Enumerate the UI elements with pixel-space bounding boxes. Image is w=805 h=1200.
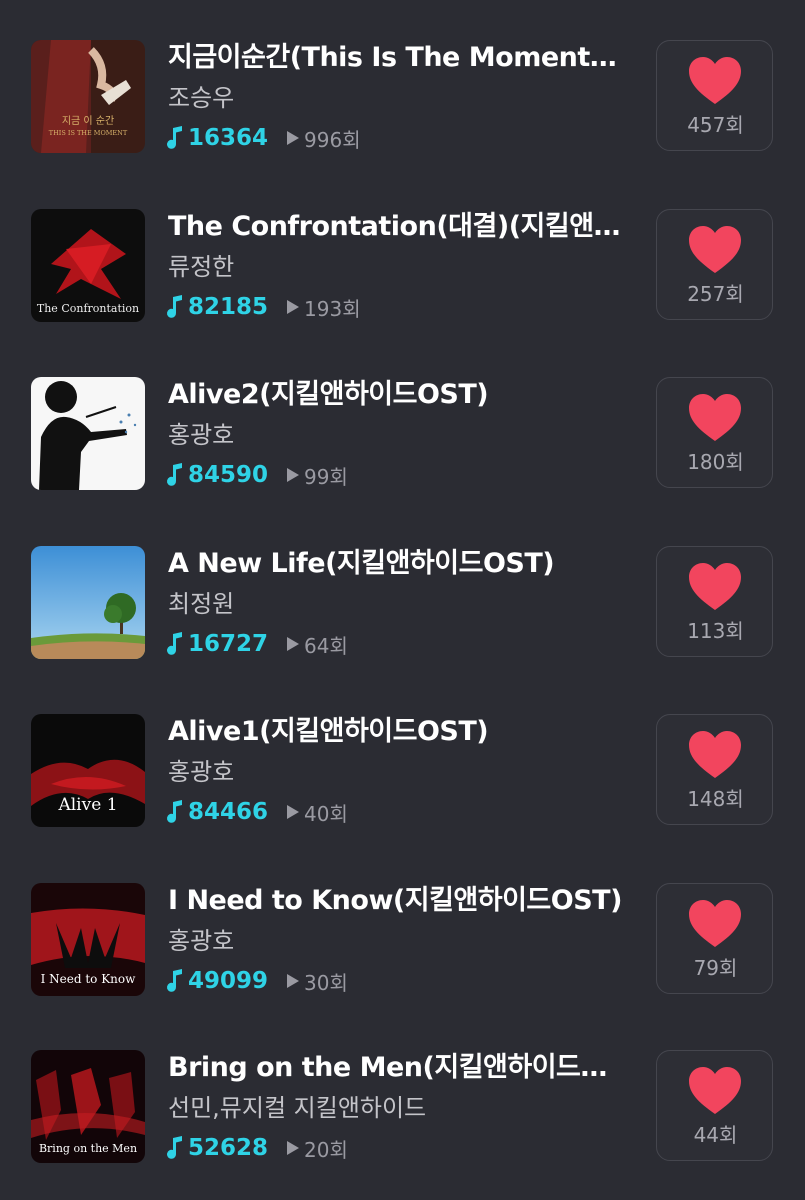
album-art[interactable]: I Need to Know [31, 883, 145, 996]
song-row[interactable]: The Confrontation The Confrontation(대결)(… [0, 169, 805, 322]
play-count: 193회 [304, 296, 361, 321]
like-button[interactable]: 113회 [656, 546, 773, 657]
like-button[interactable]: 180회 [656, 377, 773, 488]
song-row[interactable]: I Need to Know I Need to Know(지킬앤하이드OST)… [0, 843, 805, 996]
song-stats: 84466 40회 [166, 794, 348, 830]
music-note-icon [166, 969, 184, 993]
song-title[interactable]: 지금이순간(This Is The Moment… [168, 38, 638, 78]
album-art-title: I Need to Know [41, 972, 137, 986]
listen-count: 82185 [188, 294, 269, 320]
heart-icon [688, 56, 742, 106]
heart-icon [688, 562, 742, 612]
like-count: 44회 [693, 1123, 738, 1147]
song-artist[interactable]: 최정원 [168, 586, 234, 622]
heart-icon [688, 730, 742, 780]
song-stats: 52628 20회 [166, 1130, 348, 1166]
album-art-title: 지금 이 순간 [62, 115, 114, 127]
song-title[interactable]: Alive2(지킬앤하이드OST) [168, 375, 638, 415]
song-stats: 82185 193회 [166, 289, 361, 325]
like-count: 113회 [687, 619, 744, 643]
play-count: 99회 [304, 464, 348, 489]
song-title[interactable]: The Confrontation(대결)(지킬앤… [168, 207, 638, 247]
album-art[interactable]: Bring on the Men [31, 1050, 145, 1163]
music-note-icon [166, 1136, 184, 1160]
song-stats: 16364 996회 [166, 120, 361, 156]
song-title[interactable]: Alive1(지킬앤하이드OST) [168, 712, 638, 752]
play-count: 20회 [304, 1137, 348, 1162]
music-note-icon [166, 800, 184, 824]
album-art-title: Alive 1 [57, 795, 117, 815]
song-artist[interactable]: 홍광호 [168, 923, 234, 959]
album-art-title: Bring on the Men [39, 1142, 137, 1155]
like-count: 180회 [687, 450, 744, 474]
like-button[interactable]: 44회 [656, 1050, 773, 1161]
like-button[interactable]: 457회 [656, 40, 773, 151]
like-count: 148회 [687, 787, 744, 811]
song-row[interactable]: Alive 1 Alive1(지킬앤하이드OST) 홍광호 84466 40회 … [0, 674, 805, 827]
like-button[interactable]: 257회 [656, 209, 773, 320]
heart-icon [688, 1066, 742, 1116]
song-row[interactable]: Alive2(지킬앤하이드OST) 홍광호 84590 99회 180회 [0, 337, 805, 490]
play-count: 30회 [304, 970, 348, 995]
play-count: 40회 [304, 801, 348, 826]
song-title[interactable]: A New Life(지킬앤하이드OST) [168, 544, 638, 584]
music-note-icon [166, 126, 184, 150]
music-note-icon [166, 632, 184, 656]
album-art[interactable] [31, 377, 145, 490]
album-art[interactable] [31, 546, 145, 659]
song-artist[interactable]: 홍광호 [168, 417, 234, 453]
album-art-subtitle: THIS IS THE MOMENT [49, 129, 128, 137]
play-icon [286, 467, 300, 483]
like-count: 457회 [687, 113, 744, 137]
heart-icon [688, 393, 742, 443]
play-icon [286, 130, 300, 146]
heart-icon [688, 225, 742, 275]
heart-icon [688, 899, 742, 949]
album-art[interactable]: Alive 1 [31, 714, 145, 827]
song-row[interactable]: 지금 이 순간 THIS IS THE MOMENT 지금이순간(This Is… [0, 0, 805, 153]
play-icon [286, 299, 300, 315]
song-list: 지금 이 순간 THIS IS THE MOMENT 지금이순간(This Is… [0, 0, 805, 1200]
song-artist[interactable]: 홍광호 [168, 754, 234, 790]
like-button[interactable]: 79회 [656, 883, 773, 994]
play-icon [286, 973, 300, 989]
play-icon [286, 804, 300, 820]
album-art[interactable]: The Confrontation [31, 209, 145, 322]
song-stats: 16727 64회 [166, 626, 348, 662]
song-title[interactable]: I Need to Know(지킬앤하이드OST) [168, 881, 638, 921]
play-count: 64회 [304, 633, 348, 658]
song-stats: 84590 99회 [166, 457, 348, 493]
song-artist[interactable]: 조승우 [168, 80, 234, 116]
album-art[interactable]: 지금 이 순간 THIS IS THE MOMENT [31, 40, 145, 153]
listen-count: 49099 [188, 968, 269, 994]
listen-count: 52628 [188, 1135, 269, 1161]
listen-count: 16727 [188, 631, 269, 657]
like-count: 257회 [687, 282, 744, 306]
play-count: 996회 [304, 127, 361, 152]
music-note-icon [166, 463, 184, 487]
music-note-icon [166, 295, 184, 319]
listen-count: 84466 [188, 799, 269, 825]
album-art-title: The Confrontation [37, 302, 139, 315]
song-title[interactable]: Bring on the Men(지킬앤하이드… [168, 1048, 638, 1088]
song-row[interactable]: A New Life(지킬앤하이드OST) 최정원 16727 64회 113회 [0, 506, 805, 659]
song-stats: 49099 30회 [166, 963, 348, 999]
like-button[interactable]: 148회 [656, 714, 773, 825]
play-icon [286, 1140, 300, 1156]
play-icon [286, 636, 300, 652]
song-artist[interactable]: 선민,뮤지컬 지킬앤하이드 [168, 1090, 426, 1126]
song-artist[interactable]: 류정한 [168, 249, 234, 285]
song-row[interactable]: Bring on the Men Bring on the Men(지킬앤하이드… [0, 1010, 805, 1163]
listen-count: 84590 [188, 462, 269, 488]
like-count: 79회 [693, 956, 738, 980]
listen-count: 16364 [188, 125, 269, 151]
